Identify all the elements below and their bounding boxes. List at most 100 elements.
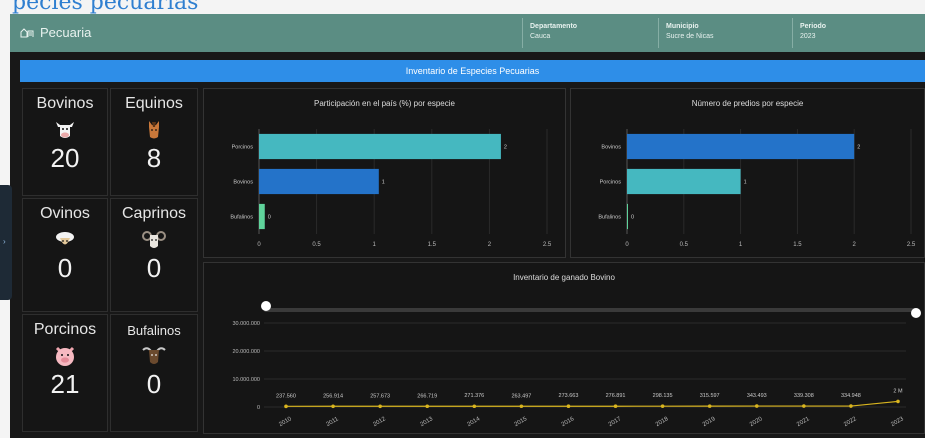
data-point	[425, 404, 430, 409]
divider	[522, 18, 523, 48]
data-label: 0	[268, 215, 271, 221]
data-point	[284, 404, 288, 409]
filter-label: Municipio	[666, 23, 699, 30]
chevron-right-icon: ›	[3, 237, 6, 246]
data-point	[754, 404, 759, 408]
range-slider-handle-end[interactable]	[911, 308, 921, 318]
x-tick-label: 1.5	[793, 242, 802, 248]
data-point	[613, 404, 618, 409]
x-tick-label: 2019	[702, 416, 717, 428]
species-count: 21	[50, 369, 80, 399]
species-name: Bufalinos	[127, 323, 181, 338]
category-label: Porcinos	[232, 145, 254, 151]
bar	[627, 133, 855, 160]
y-tick-label: 20.000.000	[232, 349, 260, 355]
filter-value: Cauca	[530, 33, 551, 40]
page-heading: pecies pecuarias	[12, 0, 199, 15]
species-count: 0	[146, 369, 162, 399]
data-label: 273.663	[559, 393, 579, 399]
side-panel-toggle[interactable]: ›	[0, 185, 12, 300]
x-tick-label: 2	[488, 242, 492, 248]
x-tick-label: 2017	[608, 416, 623, 428]
species-tile-equinos: Equinos 8	[110, 88, 198, 196]
x-tick-label: 2016	[561, 416, 576, 428]
farm-icon	[20, 28, 34, 38]
data-label: 339.308	[794, 393, 814, 399]
bar	[627, 168, 741, 195]
buffalo-icon	[142, 347, 166, 364]
x-tick-label: 0.5	[680, 242, 689, 248]
species-count: 0	[146, 253, 162, 283]
x-tick-label: 2018	[655, 416, 670, 428]
data-label: 298.135	[653, 393, 673, 399]
species-tile-bufalinos: Bufalinos 0	[110, 314, 198, 432]
species-count: 20	[50, 143, 80, 173]
x-tick-label: 0.5	[312, 242, 321, 248]
filter-municipio[interactable]: Municipio Sucre de Nicas	[666, 22, 713, 42]
data-label: 343.493	[747, 393, 767, 399]
species-count: 8	[146, 143, 162, 173]
filter-label: Periodo	[800, 23, 827, 30]
x-tick-label: 0	[257, 242, 261, 248]
app-title: Pecuaria	[20, 25, 91, 40]
category-label: Bufalinos	[230, 215, 253, 221]
bar	[259, 133, 501, 160]
x-tick-label: 2014	[467, 416, 482, 428]
data-point	[849, 404, 853, 408]
data-label: 256.914	[323, 393, 343, 399]
data-label: 1	[744, 180, 747, 186]
app-title-text: Pecuaria	[40, 25, 92, 40]
divider	[658, 18, 659, 48]
data-label: 266.719	[417, 393, 437, 399]
x-tick-label: 2020	[749, 416, 764, 428]
y-tick-label: 0	[257, 405, 260, 411]
data-point	[331, 404, 335, 409]
x-tick-label: 2023	[890, 416, 905, 428]
bar	[627, 203, 628, 230]
data-label: 2	[857, 145, 860, 151]
x-tick-label: 2011	[325, 416, 340, 428]
x-tick-label: 1.5	[428, 242, 437, 248]
bar	[259, 203, 265, 230]
category-label: Porcinos	[600, 180, 622, 186]
horse-icon	[149, 121, 159, 139]
range-slider-handle-start[interactable]	[261, 301, 271, 311]
data-label: 0	[631, 215, 634, 221]
inventario-bovino-chart-panel: Inventario de ganado Bovino 0 10.000.000 2…	[203, 262, 925, 434]
pig-icon	[55, 346, 75, 366]
filter-label: Departamento	[530, 23, 578, 30]
x-tick-label: 2012	[372, 416, 387, 428]
data-point	[472, 404, 477, 409]
goat-icon	[142, 231, 166, 248]
data-label: 2	[504, 145, 507, 151]
x-tick-label: 1	[739, 242, 743, 248]
section-banner: Inventario de Especies Pecuarias	[20, 60, 925, 82]
data-point	[519, 404, 524, 409]
cow-icon	[56, 122, 74, 138]
y-tick-label: 10.000.000	[232, 377, 260, 383]
filter-departamento[interactable]: Departamento Cauca	[530, 22, 577, 42]
participacion-chart: 0 0.5 1 1.5 2 2.5 Porcinos 2 Bovinos 1 Bufalinos 0	[230, 129, 552, 248]
data-label: 276.891	[606, 393, 626, 399]
x-tick-label: 0	[625, 242, 629, 248]
x-tick-label: 2.5	[543, 242, 552, 248]
species-name: Caprinos	[121, 205, 187, 222]
x-tick-label: 2013	[419, 416, 434, 428]
species-name: Porcinos	[33, 321, 97, 338]
data-point	[378, 404, 382, 409]
data-point	[660, 404, 665, 408]
sheep-icon	[56, 232, 74, 245]
species-name: Equinos	[125, 95, 183, 112]
species-tile-bovinos: Bovinos 20	[22, 88, 108, 196]
y-tick-label: 30.000.000	[232, 321, 260, 327]
x-tick-label: 1	[373, 242, 377, 248]
filter-periodo[interactable]: Periodo 2023	[800, 22, 826, 42]
x-tick-label: 2.5	[907, 242, 916, 248]
data-label: 237.560	[276, 393, 296, 399]
predios-chart: 0 0.5 1 1.5 2 2.5 Bovinos 2 Porcinos 1 Bufalinos 0	[598, 129, 916, 248]
data-point	[802, 404, 806, 408]
x-tick-label: 2015	[514, 416, 529, 428]
data-label: 334.948	[841, 393, 861, 399]
data-label: 263.497	[511, 393, 531, 399]
data-label: 315.597	[700, 393, 720, 399]
